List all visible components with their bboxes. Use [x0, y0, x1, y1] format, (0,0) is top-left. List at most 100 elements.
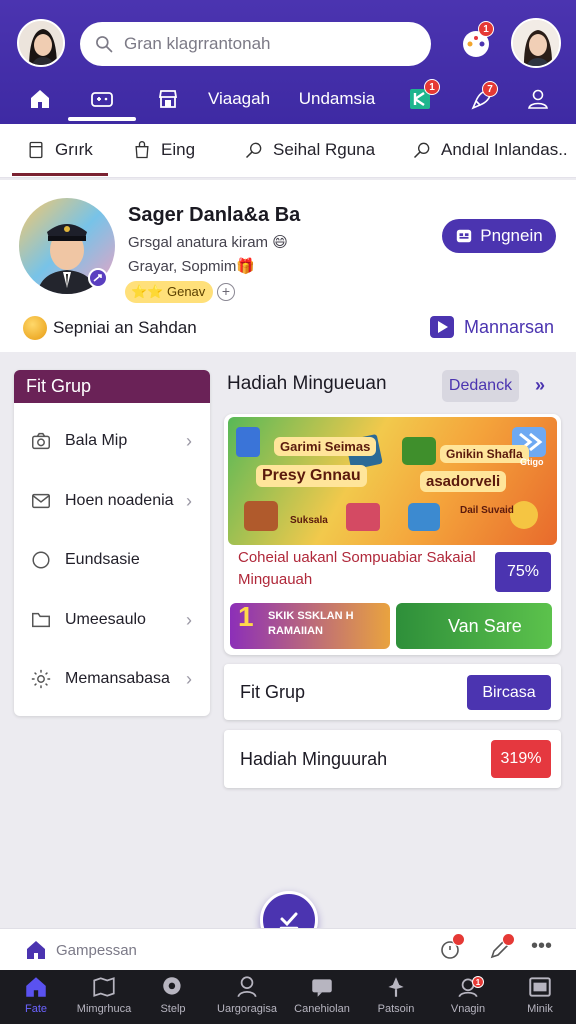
bottom-nav-item-mimgrhuca[interactable]: Mimgrhuca [68, 974, 140, 1015]
bottom-nav-label: Canehiolan [294, 1003, 350, 1015]
promo-tile-number: 1 [238, 601, 254, 632]
circle-icon [32, 551, 50, 569]
tab-label: Eing [161, 140, 196, 159]
tab-label: Grırk [55, 140, 93, 159]
bottom-nav-label: Patsoin [377, 1003, 415, 1015]
card-percent-badge[interactable]: 319% [491, 740, 551, 778]
nav-home[interactable] [20, 78, 60, 120]
shop-icon [158, 90, 178, 108]
nav-shop[interactable] [148, 78, 188, 120]
tab-seihal-rguna[interactable]: Seihal Rguna [244, 124, 375, 176]
coin-text: Sepniai an Sahdan [53, 318, 197, 337]
side-menu-label: Hoen noadenia [65, 492, 174, 509]
profile-card: Sager Danla&a Ba Grsgal anatura kiram 😄 … [0, 180, 576, 352]
search-input[interactable] [124, 34, 414, 54]
gear-icon [31, 669, 51, 689]
tab-andial[interactable]: Andıal Inlandas.. [412, 124, 568, 176]
side-menu-item-eundsasie[interactable]: Eundsasie [14, 535, 210, 585]
nav-games[interactable] [80, 78, 124, 120]
promo-card[interactable]: Garimi Seimas Presy Gnnau Gnikin Shafla … [224, 414, 561, 655]
folder-icon [32, 612, 50, 628]
bottom-nav: Fate Mimgrhuca Stelp Uargoragisa Canehio… [0, 970, 576, 1024]
nav-viaagah[interactable]: Viaagah [200, 78, 278, 120]
more-options-icon[interactable]: ••• [531, 936, 552, 956]
side-menu-item-bala-mip[interactable]: Bala Mip › [14, 416, 210, 466]
tab-eing[interactable]: Eing [132, 124, 195, 176]
nav-active-indicator [68, 117, 136, 121]
fit-grup-card[interactable]: Fit Grup Bircasa [224, 664, 561, 720]
edit-button[interactable] [488, 933, 515, 961]
banner-text-2: Presy Gnnau [256, 465, 367, 487]
timer-badge [452, 933, 465, 946]
bottom-nav-item-minik[interactable]: Minik [504, 974, 576, 1015]
promo-tile-right-label: Van Sare [448, 615, 522, 636]
add-icon[interactable]: + [217, 283, 235, 301]
nav-undamsia[interactable]: Undamsia [292, 78, 382, 120]
gift-icon [457, 229, 472, 243]
side-menu-item-hoen[interactable]: Hoen noadenia › [14, 476, 210, 526]
bottom-nav-label: Stelp [160, 1003, 186, 1015]
tab-label: Seihal Rguna [273, 140, 376, 159]
bottom-nav-label: Minik [527, 1003, 553, 1015]
user-avatar[interactable] [17, 19, 65, 67]
bottom-nav-item-canehiolan[interactable]: Canehiolan [286, 974, 358, 1015]
nav-rocket[interactable]: 7 [464, 78, 500, 120]
bottom-nav-item-uargoragisa[interactable]: Uargoragisa [211, 974, 283, 1015]
mail-icon [32, 493, 50, 509]
chevron-right-icon: › [186, 609, 192, 630]
section-action-button[interactable]: Dedanck [442, 370, 519, 402]
side-menu-item-umeesaulo[interactable]: Umeesaulo › [14, 595, 210, 645]
user-icon [528, 89, 548, 109]
tab-label: Andıal Inlandas.. [441, 140, 568, 159]
bottom-nav-label: Vnagin [450, 1003, 486, 1015]
bottom-nav-item-vnagin[interactable]: 1 Vnagin [432, 974, 504, 1015]
mannarsan-label: Mannarsan [464, 316, 555, 337]
promo-description: Coheial uakanl Sompuabiar Sakaial Mingua… [238, 549, 476, 588]
window-icon [529, 977, 551, 997]
profile-action-label: Pngnein [480, 226, 543, 245]
chevron-right-icon: › [186, 668, 192, 689]
banner-text-4: asadorveli [420, 471, 507, 492]
bookmark-icon [29, 141, 43, 159]
tab-bar: Grırk Eing Seihal Rguna Andıal Inlandas.… [0, 124, 576, 178]
chat-icon [312, 979, 332, 997]
side-menu-item-memansabasa[interactable]: Memansabasa › [14, 654, 210, 704]
bottom-nav-item-patsoin[interactable]: Patsoin [360, 974, 432, 1015]
sub-home-link[interactable]: Gampessan [24, 938, 137, 962]
section-more-link[interactable]: » [535, 375, 545, 396]
person-icon [237, 976, 257, 998]
search-bar[interactable] [80, 22, 431, 66]
promo-tile-text: SKIK SSKLAN H RAMAIIAN [268, 610, 354, 637]
timer-button[interactable] [438, 933, 465, 961]
promo-banner[interactable]: Garimi Seimas Presy Gnnau Gnikin Shafla … [228, 417, 557, 545]
pin-icon [388, 977, 404, 997]
promo-tile-right[interactable]: Van Sare [396, 603, 552, 649]
search-icon [163, 977, 181, 995]
bottom-nav-item-fate[interactable]: Fate [0, 974, 72, 1015]
mannarsan-link[interactable]: Mannarsan [430, 316, 554, 338]
tab-active-indicator [12, 173, 108, 176]
card-action-button[interactable]: Bircasa [467, 675, 551, 710]
side-menu-label: Bala Mip [65, 432, 128, 449]
banner-text-6: Dail Suvaid [460, 505, 514, 516]
side-menu-title: Fit Grup [14, 370, 210, 403]
play-icon [430, 316, 454, 338]
bottom-nav-item-stelp[interactable]: Stelp [137, 974, 209, 1015]
profile-action-button[interactable]: Pngnein [442, 219, 556, 253]
home-icon [26, 977, 46, 997]
hadiah-card[interactable]: Hadiah Minguurah 319% [224, 730, 561, 788]
search-icon [413, 142, 430, 159]
nav-user[interactable] [520, 78, 556, 120]
nav-apps-badge: 1 [424, 79, 440, 95]
coin-row[interactable]: Sepniai an Sahdan [23, 316, 197, 340]
profile-name: Sager Danla&a Ba [128, 204, 301, 226]
profile-avatar[interactable] [511, 18, 561, 68]
banner-text-7: Gtigo [520, 457, 544, 467]
notification-button[interactable]: 1 [458, 21, 494, 60]
promo-percent-badge[interactable]: 75% [495, 552, 551, 592]
side-menu-label: Umeesaulo [65, 611, 146, 628]
nav-apps[interactable]: 1 [402, 78, 440, 120]
card-label: Hadiah Minguurah [240, 749, 388, 769]
promo-tile-left[interactable]: 1 SKIK SSKLAN H RAMAIIAN [230, 603, 390, 649]
tab-grirk[interactable]: Grırk [26, 124, 93, 176]
